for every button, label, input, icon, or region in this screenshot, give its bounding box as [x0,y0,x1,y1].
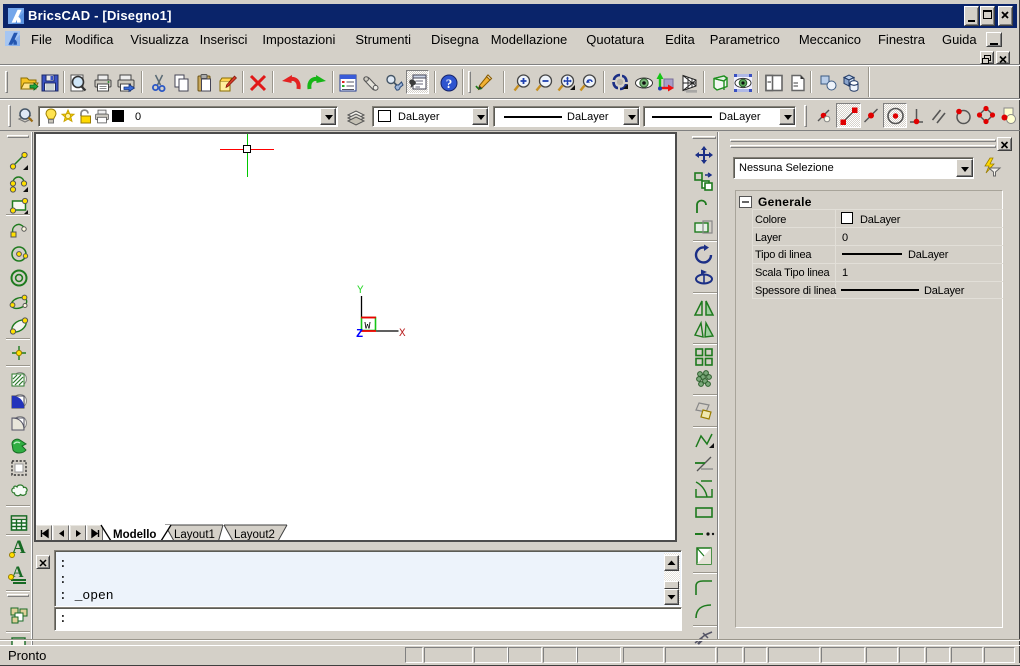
svg-text:W: W [365,321,371,332]
svg-text:Y: Y [357,285,364,297]
svg-text:Z: Z [356,327,363,340]
svg-text:?: ? [446,76,453,91]
svg-text:X: X [399,328,406,340]
